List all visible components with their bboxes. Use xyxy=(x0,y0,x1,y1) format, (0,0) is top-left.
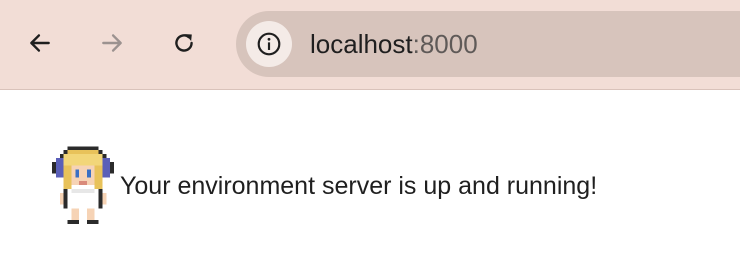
reload-button[interactable] xyxy=(164,23,204,63)
site-info-button[interactable] xyxy=(246,21,292,67)
pixel-character-icon xyxy=(52,146,114,224)
page-content: Your environment server is up and runnin… xyxy=(52,145,597,225)
url-port: :8000 xyxy=(412,29,478,59)
browser-toolbar: localhost:8000 xyxy=(0,0,740,90)
arrow-right-icon xyxy=(102,34,122,52)
back-button[interactable] xyxy=(20,23,60,63)
info-icon xyxy=(257,32,281,56)
status-message: Your environment server is up and runnin… xyxy=(120,171,598,200)
reload-icon xyxy=(175,34,193,52)
address-bar[interactable]: localhost:8000 xyxy=(236,11,740,77)
url-text[interactable]: localhost:8000 xyxy=(310,28,478,60)
forward-button[interactable] xyxy=(92,23,132,63)
url-host: localhost xyxy=(310,29,413,59)
arrow-left-icon xyxy=(30,34,50,52)
